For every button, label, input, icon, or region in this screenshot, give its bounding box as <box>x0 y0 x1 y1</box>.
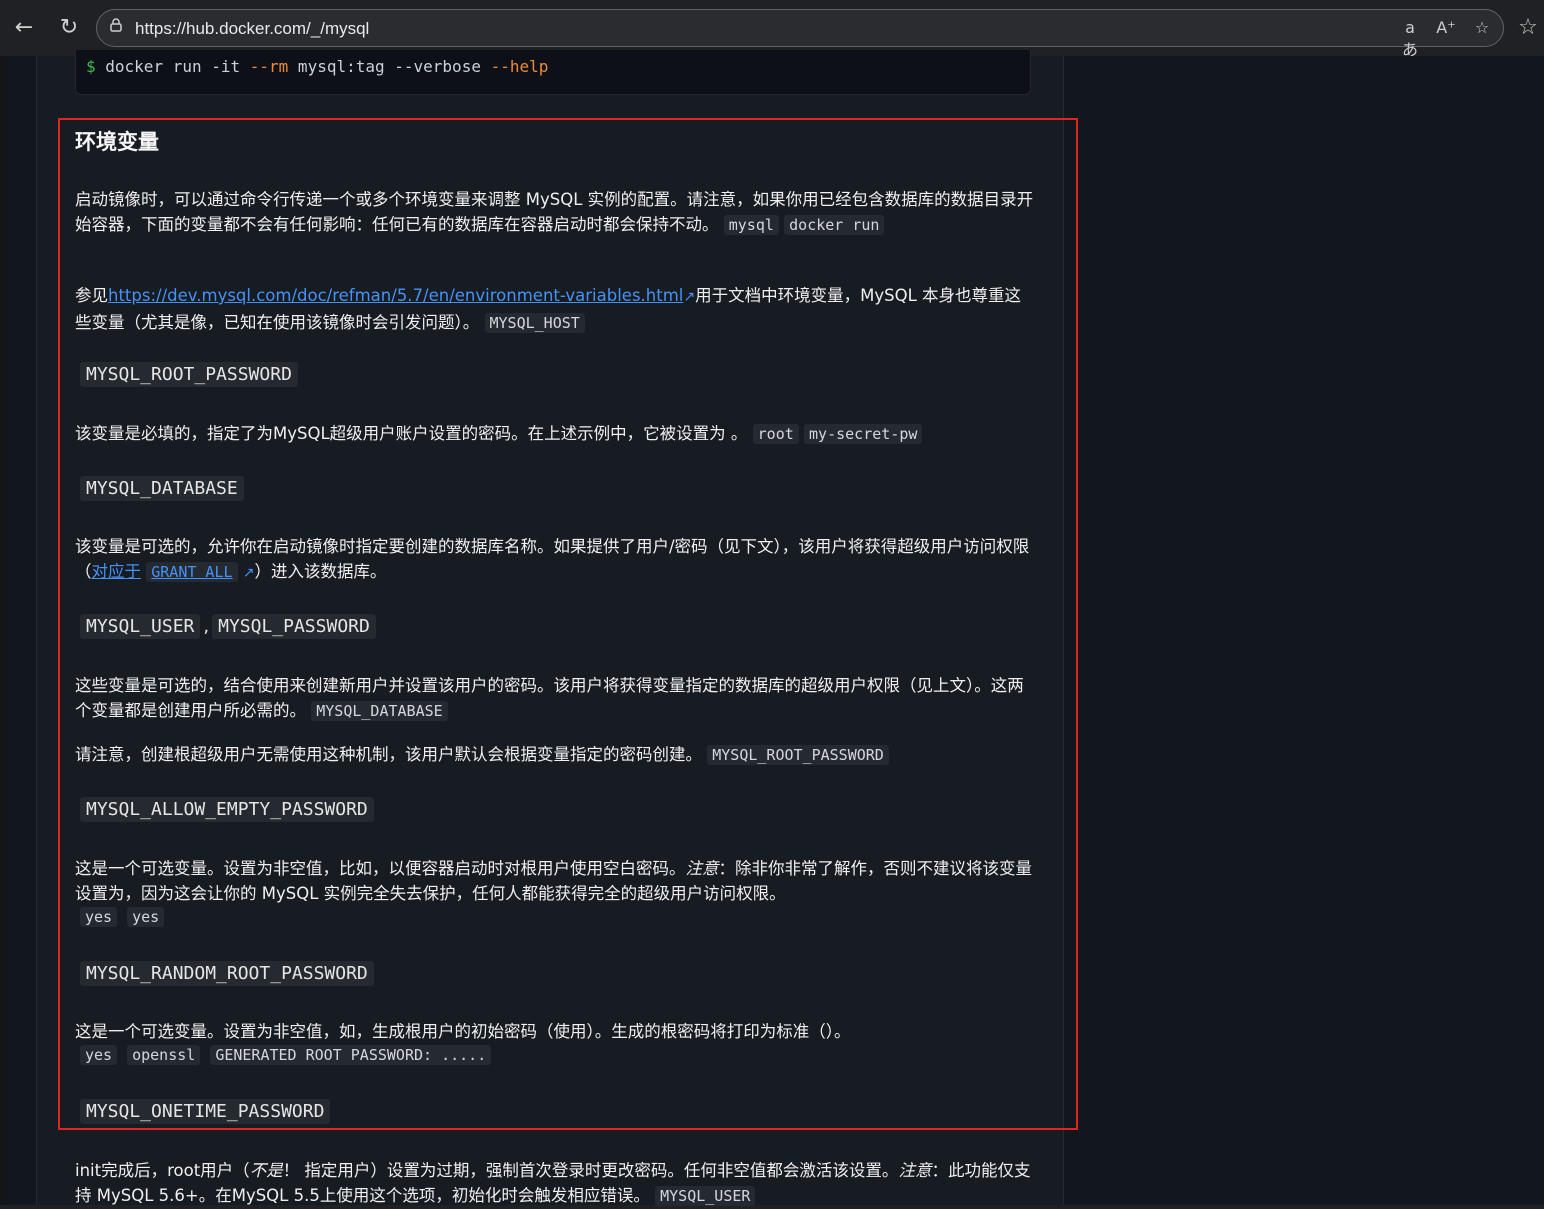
desc-text: 这些变量是可选的，结合使用来创建新用户并设置该用户的密码。该用户将获得变量指定的… <box>75 676 1024 720</box>
code-cmd-b: mysql:tag --verbose <box>288 57 491 76</box>
code-flag-help: --help <box>490 57 549 76</box>
inline-code: MYSQL_HOST <box>484 313 585 333</box>
var-name: MYSQL_ALLOW_EMPTY_PASSWORD <box>80 797 374 822</box>
browser-toolbar: ← ↻ https://hub.docker.com/_/mysql aあ A⁺… <box>0 0 1544 59</box>
var-heading-allow-empty: MYSQL_ALLOW_EMPTY_PASSWORD <box>80 797 374 822</box>
reload-icon[interactable]: ↻ <box>55 14 83 42</box>
desc-text: ！ 指定用户）设置为过期，强制首次登录时更改密码。任何非空值都会激活该设置。 <box>282 1161 899 1180</box>
translate-icon[interactable]: aあ <box>1399 17 1421 59</box>
desc-text: 这是一个可选变量。设置为非空值，比如，以便容器启动时对根用户使用空白密码。 <box>75 859 686 878</box>
user-note: 请注意，创建根超级用户无需使用这种机制，该用户默认会根据变量指定的密码创建。 M… <box>75 742 1035 768</box>
var-heading-onetime: MYSQL_ONETIME_PASSWORD <box>80 1099 331 1124</box>
var-name: MYSQL_USER <box>80 614 201 639</box>
favorite-icon[interactable]: ☆ <box>1471 17 1493 39</box>
allow-empty-codes: yes yes <box>80 907 174 927</box>
var-separator: , <box>203 616 210 637</box>
desc-text: ）进入该数据库。 <box>254 562 387 581</box>
desc-text: 该变量是必填的，指定了为MySQL超级用户账户设置的密码。在上述示例中，它被设置… <box>75 424 748 443</box>
var-name: MYSQL_DATABASE <box>80 476 244 501</box>
onetime-desc: init完成后，root用户（不是！ 指定用户）设置为过期，强制首次登录时更改密… <box>75 1158 1035 1209</box>
code-cmd-a: docker run -it <box>95 57 250 76</box>
inline-code: MYSQL_USER <box>655 1186 756 1206</box>
inline-code: GENERATED ROOT PASSWORD: ..... <box>210 1045 492 1065</box>
emphasis-text: 不是 <box>249 1161 283 1180</box>
random-root-desc: 这是一个可选变量。设置为非空值，如，生成根用户的初始密码（使用）。生成的根密码将… <box>75 1019 1035 1044</box>
code-block: $ docker run -it --rm mysql:tag --verbos… <box>75 50 1031 95</box>
url-text[interactable]: https://hub.docker.com/_/mysql <box>135 19 369 39</box>
inline-code: MYSQL_ROOT_PASSWORD <box>707 745 889 765</box>
inline-code: openssl <box>127 1045 201 1065</box>
external-link-icon[interactable]: ↗ <box>243 565 255 581</box>
section-title: 环境变量 <box>75 130 159 154</box>
database-desc: 该变量是可选的，允许你在启动镜像时指定要创建的数据库名称。如果提供了用户/密码（… <box>75 534 1035 586</box>
inline-code: root <box>752 424 799 444</box>
inline-code: mysql <box>723 215 779 235</box>
var-name: MYSQL_PASSWORD <box>212 614 376 639</box>
var-name: MYSQL_ONETIME_PASSWORD <box>80 1099 331 1124</box>
emphasis-text: 注意 <box>685 859 719 878</box>
read-aloud-icon[interactable]: A⁺ <box>1435 17 1457 39</box>
address-bar[interactable]: https://hub.docker.com/_/mysql aあ A⁺ ☆ <box>96 9 1504 59</box>
inline-code[interactable]: GRANT ALL <box>146 562 238 582</box>
lock-icon[interactable] <box>105 17 127 39</box>
inline-code: yes <box>80 907 118 927</box>
external-link-icon[interactable]: ↗ <box>683 289 695 305</box>
favorites-list-icon[interactable]: ☆ <box>1514 14 1542 42</box>
var-heading-database: MYSQL_DATABASE <box>80 476 244 501</box>
code-flag-rm: --rm <box>249 57 289 76</box>
code-prompt: $ <box>86 57 96 76</box>
grant-all-link[interactable]: 对应于 <box>92 562 142 581</box>
intro-paragraph: 启动镜像时，可以通过命令行传递一个或多个环境变量来调整 MySQL 实例的配置。… <box>75 187 1035 238</box>
intro-text: 启动镜像时，可以通过命令行传递一个或多个环境变量来调整 MySQL 实例的配置。… <box>75 190 1034 234</box>
random-root-codes: yes openssl GENERATED ROOT PASSWORD: ..... <box>80 1045 501 1065</box>
var-heading-random-root: MYSQL_RANDOM_ROOT_PASSWORD <box>80 961 374 986</box>
inline-code: my-secret-pw <box>804 424 923 444</box>
user-desc: 这些变量是可选的，结合使用来创建新用户并设置该用户的密码。该用户将获得变量指定的… <box>75 673 1035 724</box>
code-command: $ docker run -it --rm mysql:tag --verbos… <box>86 57 548 76</box>
var-name: MYSQL_ROOT_PASSWORD <box>80 362 298 387</box>
desc-text: 这是一个可选变量。设置为非空值，如，生成根用户的初始密码（使用）。生成的根密码将… <box>75 1022 851 1041</box>
env-vars-doc-link[interactable]: https://dev.mysql.com/doc/refman/5.7/en/… <box>108 286 683 305</box>
ref-prefix: 参见 <box>75 286 108 305</box>
inline-code: MYSQL_DATABASE <box>311 701 448 721</box>
inline-code: docker run <box>784 215 885 235</box>
desc-text: init完成后，root用户（ <box>75 1161 250 1180</box>
allow-empty-desc: 这是一个可选变量。设置为非空值，比如，以便容器启动时对根用户使用空白密码。注意：… <box>75 856 1035 906</box>
note-text: 请注意，创建根超级用户无需使用这种机制，该用户默认会根据变量指定的密码创建。 <box>75 745 702 764</box>
root-password-desc: 该变量是必填的，指定了为MySQL超级用户账户设置的密码。在上述示例中，它被设置… <box>75 421 1035 447</box>
inline-code: yes <box>80 1045 118 1065</box>
reference-paragraph: 参见https://dev.mysql.com/doc/refman/5.7/e… <box>75 283 1035 336</box>
var-heading-user-password: MYSQL_USER, MYSQL_PASSWORD <box>80 614 376 639</box>
var-heading-root-password: MYSQL_ROOT_PASSWORD <box>80 362 298 387</box>
emphasis-text: 注意 <box>898 1161 932 1180</box>
back-icon[interactable]: ← <box>10 14 38 42</box>
inline-code: yes <box>127 907 165 927</box>
var-name: MYSQL_RANDOM_ROOT_PASSWORD <box>80 961 374 986</box>
